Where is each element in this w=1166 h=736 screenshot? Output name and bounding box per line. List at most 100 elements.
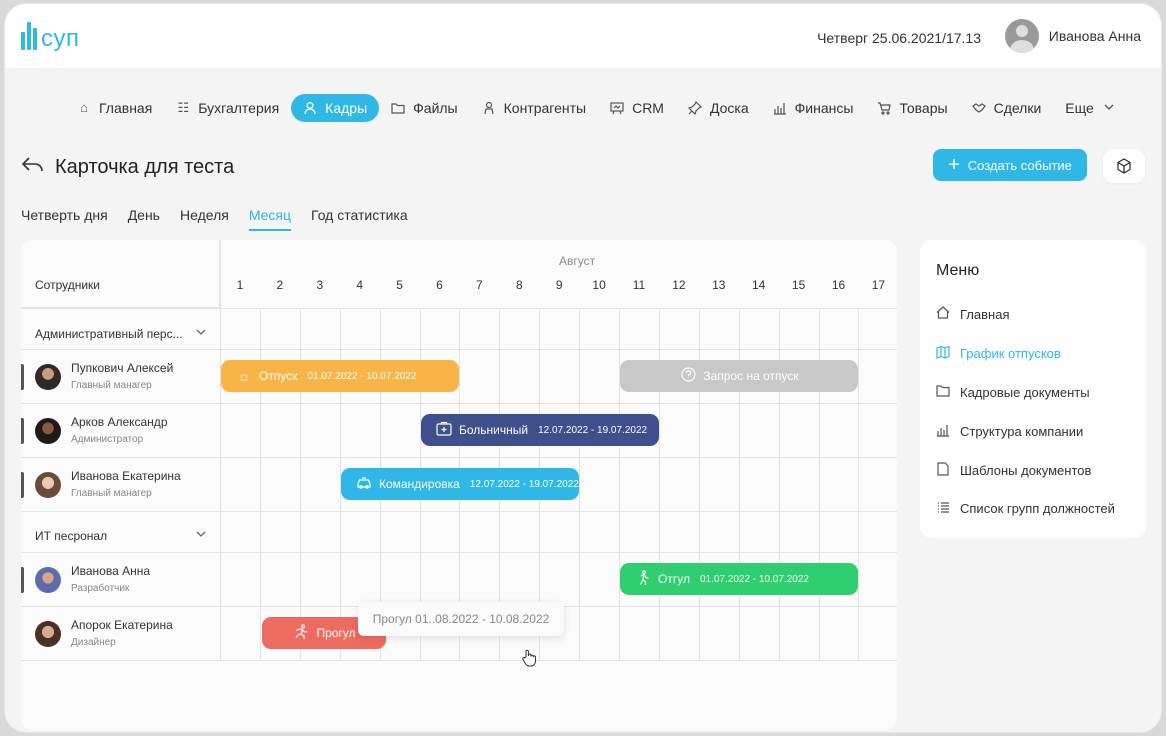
side-item-vacation-schedule[interactable]: График отпусков xyxy=(936,345,1061,362)
top-bar: суп Четверг 25.06.2021/17.13 Иванова Анн… xyxy=(5,4,1161,68)
employees-column-label: Сотрудники xyxy=(35,278,100,292)
walk-icon xyxy=(634,569,652,589)
employee-name: Апорок Екатерина xyxy=(71,618,173,632)
cube-button[interactable] xyxy=(1103,149,1145,183)
event-vacation-request[interactable]: Запрос на отпуск xyxy=(620,360,858,392)
hand-cursor-icon xyxy=(521,649,537,672)
employee-role: Дизайнер xyxy=(71,637,116,648)
page-title: Карточка для теста xyxy=(55,156,235,178)
day-number: 16 xyxy=(831,278,846,292)
side-item-label: Шаблоны документов xyxy=(960,463,1092,478)
question-icon xyxy=(679,367,697,385)
nav-item-deals[interactable]: Сделки xyxy=(960,94,1054,122)
plus-icon: + xyxy=(948,154,960,176)
nav-item-more[interactable]: Еще xyxy=(1053,94,1128,122)
day-number: 4 xyxy=(356,278,364,292)
event-label: Отгул xyxy=(658,572,690,586)
nav-item-board[interactable]: Доска xyxy=(676,94,761,122)
event-business-trip[interactable]: Командировка 12.07.2022 - 19.07.2022 xyxy=(341,468,579,500)
avatar xyxy=(35,621,61,647)
pin-icon xyxy=(687,100,702,116)
user-profile[interactable]: Иванова Анна xyxy=(1004,19,1141,53)
vacation-schedule: Сотрудники Август 1 2 3 4 5 6 7 8 9 10 11 12 13 14 15 1… xyxy=(21,240,897,730)
nav-item-label: Бухгалтерия xyxy=(198,100,280,116)
day-column-divider xyxy=(619,308,620,660)
event-label: Командировка xyxy=(379,477,460,491)
tab-month[interactable]: Месяц xyxy=(248,207,292,231)
group-row-admin[interactable]: Административный перс... xyxy=(35,327,206,341)
nav-item-goods[interactable]: Товары xyxy=(865,94,959,122)
nav-item-label: Кадры xyxy=(325,100,368,116)
crm-icon xyxy=(610,101,624,115)
back-arrow-icon[interactable] xyxy=(21,154,45,182)
nav-item-label: Доска xyxy=(709,100,749,116)
employee-row[interactable]: Арков Александр Администратор xyxy=(21,404,220,458)
row-marker xyxy=(21,567,24,593)
event-sick-leave[interactable]: Больничный 12.07.2022 - 19.07.2022 xyxy=(421,414,659,446)
avatar xyxy=(35,567,61,593)
tab-year-stats[interactable]: Год статистика xyxy=(311,207,408,231)
day-column-divider xyxy=(858,308,860,660)
handshake-icon xyxy=(971,101,986,115)
avatar xyxy=(35,472,61,498)
nav-item-accounting[interactable]: ☷ Бухгалтерия xyxy=(164,94,291,122)
day-number: 2 xyxy=(276,278,284,292)
tab-quarter-day[interactable]: Четверть дня xyxy=(21,207,108,231)
event-day-off[interactable]: Отгул 01.07.2022 - 10.07.2022 xyxy=(620,563,858,595)
side-item-document-templates[interactable]: Шаблоны документов xyxy=(936,462,1091,479)
chevron-down-icon[interactable] xyxy=(195,326,207,341)
avatar xyxy=(35,364,61,390)
nav-item-contractors[interactable]: Контрагенты xyxy=(470,94,598,122)
tab-day[interactable]: День xyxy=(128,207,160,231)
event-label: Отпуск xyxy=(259,369,298,383)
side-item-home[interactable]: Главная xyxy=(936,306,1009,322)
main-nav: ⌂ Главная ☷ Бухгалтерия Кадры Файлы Конт… xyxy=(65,93,1128,123)
employee-row[interactable]: Иванова Екатерина Главный манагер xyxy=(21,458,220,512)
create-event-button[interactable]: + Создать событие xyxy=(933,149,1087,181)
employee-role: Главный манагер xyxy=(71,380,152,391)
logo-mark-icon xyxy=(21,22,37,50)
chevron-down-icon[interactable] xyxy=(195,528,207,543)
row-marker xyxy=(21,364,24,390)
employee-row[interactable]: Иванова Анна Разработчик xyxy=(21,553,220,607)
schedule-header-left: Сотрудники xyxy=(21,240,220,308)
side-item-hr-documents[interactable]: Кадровые документы xyxy=(936,384,1090,400)
group-row-it[interactable]: ИТ песронал xyxy=(35,529,206,543)
side-item-label: Структура компании xyxy=(960,424,1084,439)
employee-row[interactable]: Пупкович Алексей Главный манагер xyxy=(21,350,220,404)
employee-role: Разработчик xyxy=(71,583,130,594)
nav-item-crm[interactable]: CRM xyxy=(598,94,676,122)
group-label: ИТ песронал xyxy=(35,529,108,543)
nav-item-label: Еще xyxy=(1065,100,1094,116)
event-label: Больничный xyxy=(459,423,529,437)
employee-name: Арков Александр xyxy=(71,415,168,429)
day-number: 14 xyxy=(752,278,766,292)
document-icon xyxy=(936,462,950,479)
bar-chart-icon xyxy=(936,423,950,440)
side-item-position-groups[interactable]: Список групп должностей xyxy=(936,501,1115,516)
nav-item-home[interactable]: ⌂ Главная xyxy=(65,94,164,122)
avatar xyxy=(35,418,61,444)
event-dates: 12.07.2022 - 19.07.2022 xyxy=(469,478,579,490)
day-number: 12 xyxy=(672,278,686,292)
app-window: суп Четверг 25.06.2021/17.13 Иванова Анн… xyxy=(4,3,1162,733)
side-menu: Меню Главная График отпусков Кадровые до… xyxy=(920,240,1146,538)
nav-item-hr[interactable]: Кадры xyxy=(291,94,380,122)
day-number: 15 xyxy=(791,278,806,292)
user-name: Иванова Анна xyxy=(1048,28,1141,44)
row-marker xyxy=(21,472,24,498)
day-number: 8 xyxy=(515,278,523,292)
event-vacation[interactable]: ☼ Отпуск 01.07.2022 - 10.07.2022 xyxy=(221,360,459,392)
tab-week[interactable]: Неделя xyxy=(180,207,229,231)
nav-item-label: Финансы xyxy=(794,100,854,116)
nav-item-files[interactable]: Файлы xyxy=(379,94,469,122)
folder-icon xyxy=(936,384,950,400)
nav-item-finance[interactable]: Финансы xyxy=(761,94,866,122)
logo[interactable]: суп xyxy=(21,22,80,51)
home-icon: ⌂ xyxy=(80,100,88,115)
side-item-company-structure[interactable]: Структура компании xyxy=(936,423,1083,440)
cart-icon xyxy=(877,101,892,115)
event-dates: 12.07.2022 - 19.07.2022 xyxy=(538,424,648,436)
current-datetime: Четверг 25.06.2021/17.13 xyxy=(817,30,981,46)
employee-row[interactable]: Апорок Екатерина Дизайнер xyxy=(21,607,220,661)
